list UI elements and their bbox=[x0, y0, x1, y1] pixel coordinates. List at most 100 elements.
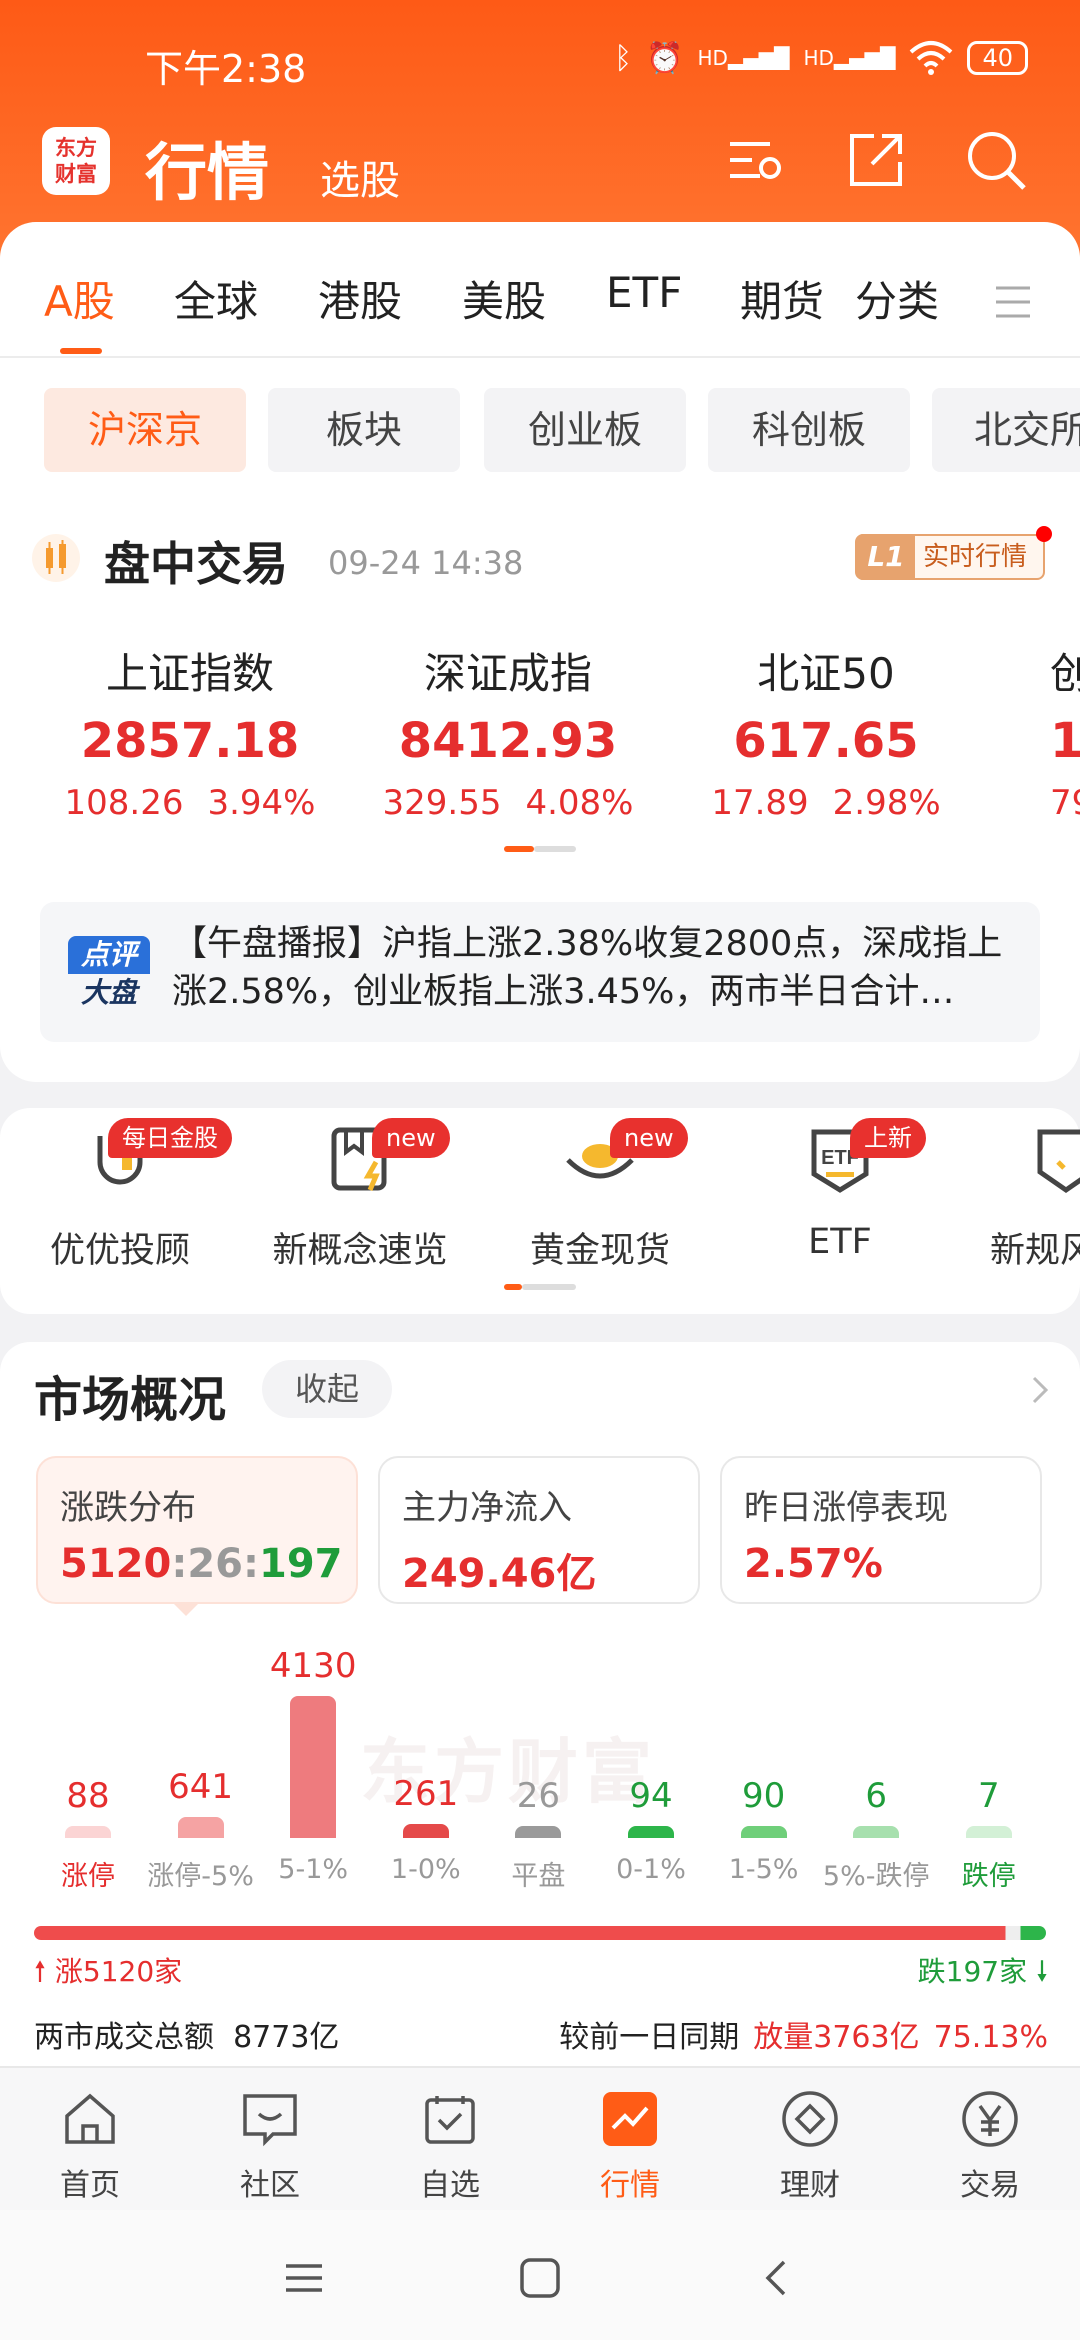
tab-us[interactable]: 美股 bbox=[462, 268, 546, 329]
session-title: 盘中交易 bbox=[104, 537, 288, 591]
card-pointer bbox=[172, 1602, 200, 1616]
index-card[interactable]: 创 1 79 bbox=[1050, 640, 1080, 823]
stock-picker-link[interactable]: 选股 bbox=[320, 148, 400, 206]
tab-etf[interactable]: ETF bbox=[606, 268, 682, 317]
tab-trade[interactable]: 交易 bbox=[920, 2088, 1060, 2204]
back-icon[interactable] bbox=[756, 2256, 800, 2300]
tab-global[interactable]: 全球 bbox=[174, 268, 258, 329]
chart-category-label: 涨停 bbox=[61, 1861, 115, 1892]
chart-category-label: 平盘 bbox=[511, 1861, 566, 1892]
bottom-tab-bar: 首页 社区 自选 行情 理财 交易 bbox=[0, 2066, 1080, 2210]
tab-home[interactable]: 首页 bbox=[20, 2088, 160, 2204]
session-time: 09-24 14:38 bbox=[328, 544, 524, 582]
yuan-icon bbox=[962, 2091, 1018, 2147]
chart-category-label: 0-1% bbox=[616, 1854, 686, 1885]
news-banner[interactable]: 点评 大盘 【午盘播报】沪指上涨2.38%收复2800点，深成指上涨2.58%，创… bbox=[40, 902, 1040, 1042]
entries-pager-track bbox=[522, 1284, 576, 1290]
tag-new: new bbox=[610, 1118, 688, 1158]
tag-new-listing: 上新 bbox=[850, 1118, 926, 1158]
index-card[interactable]: 深证成指 8412.93 329.55 4.08% bbox=[358, 640, 658, 823]
tab-category[interactable]: 分类 bbox=[855, 268, 939, 329]
rise-count-label: 🠕 涨5120家 bbox=[34, 1955, 183, 1988]
settings-list-icon[interactable] bbox=[724, 128, 788, 192]
tab-a-shares[interactable]: A股 bbox=[44, 268, 115, 329]
chart-bar bbox=[965, 1826, 1012, 1838]
bluetooth-icon: ᛒ bbox=[614, 40, 633, 76]
chart-bar bbox=[740, 1826, 787, 1838]
status-time: 下午2:38 bbox=[145, 47, 307, 91]
chart-category-label: 1-0% bbox=[390, 1854, 461, 1885]
chevron-right-icon[interactable] bbox=[1022, 1372, 1058, 1408]
chart-value-label: 90 bbox=[741, 1776, 786, 1816]
search-icon[interactable] bbox=[964, 128, 1028, 192]
share-icon[interactable] bbox=[844, 128, 908, 192]
chip-sector[interactable]: 板块 bbox=[268, 388, 460, 472]
chip-chinext[interactable]: 创业板 bbox=[484, 388, 686, 472]
chart-category-label: 跌停 bbox=[961, 1861, 1016, 1892]
yesterday-limit-up-card[interactable]: 昨日涨停表现 2.57% bbox=[720, 1456, 1042, 1604]
system-nav-bar bbox=[0, 2210, 1080, 2340]
menu-icon[interactable] bbox=[996, 284, 1030, 320]
chart-bar bbox=[853, 1826, 900, 1838]
tab-community[interactable]: 社区 bbox=[200, 2088, 340, 2204]
chip-bse[interactable]: 北交所 bbox=[932, 388, 1080, 472]
tab-futures[interactable]: 期货 bbox=[740, 268, 824, 329]
chart-value-label: 261 bbox=[393, 1774, 459, 1814]
collapse-button[interactable]: 收起 bbox=[262, 1360, 392, 1418]
tab-wealth[interactable]: 理财 bbox=[740, 2088, 880, 2204]
rise-fall-distribution-card[interactable]: 涨跌分布 5120:26:197 bbox=[36, 1456, 358, 1604]
chart-category-label: 1-5% bbox=[728, 1854, 799, 1885]
chart-bar bbox=[290, 1696, 337, 1838]
watchlist-icon bbox=[425, 2096, 475, 2144]
chart-value-label: 641 bbox=[168, 1767, 234, 1807]
index-card[interactable]: 北证50 617.65 17.89 2.98% bbox=[676, 640, 976, 823]
app-header: 下午2:38 ᛒ ⏰ HD▂▄▆█ HD▂▄▆█ 40 东方 财富 行情 选股 bbox=[0, 0, 1080, 260]
home-icon bbox=[65, 2093, 115, 2144]
wifi-icon bbox=[910, 41, 953, 75]
chat-icon bbox=[243, 2094, 297, 2147]
market-chart-icon bbox=[603, 2092, 657, 2146]
market-overview-title: 市场概况 bbox=[34, 1372, 227, 1428]
chart-bar bbox=[65, 1826, 111, 1838]
tab-indicator bbox=[60, 348, 102, 354]
turnover-compare: 较前一日同期 放量3763亿 75.13% bbox=[559, 2020, 1048, 2055]
app-screen: { "status_bar": {"time": "下午2:38", "blue… bbox=[0, 0, 1080, 2340]
battery-icon: 40 bbox=[967, 41, 1028, 75]
chart-bar bbox=[402, 1824, 449, 1838]
main-net-inflow-card[interactable]: 主力净流入 249.46亿 bbox=[378, 1456, 700, 1604]
chart-bar bbox=[628, 1826, 674, 1838]
chip-star-market[interactable]: 科创板 bbox=[708, 388, 910, 472]
tab-watchlist[interactable]: 自选 bbox=[380, 2088, 520, 2204]
rise-fall-counts: 5120:26:197 bbox=[60, 1541, 343, 1587]
realtime-quote-badge[interactable]: L1 实时行情 bbox=[855, 534, 1045, 580]
fall-count-label: 跌197家 🠗 bbox=[917, 1955, 1048, 1988]
recent-apps-icon[interactable] bbox=[282, 2256, 326, 2300]
chart-category-label: 涨停-5% bbox=[147, 1861, 254, 1892]
tab-hk[interactable]: 港股 bbox=[318, 268, 402, 329]
home-button-icon[interactable] bbox=[518, 2256, 562, 2300]
page-title: 行情 bbox=[145, 136, 270, 209]
app-logo: 东方 财富 bbox=[42, 127, 110, 195]
market-tabs: A股 全球 港股 美股 ETF 期货 分类 bbox=[0, 268, 1080, 352]
tag-daily-gold-stock: 每日金股 bbox=[108, 1118, 232, 1158]
chip-shanghai-shenzhen-beijing[interactable]: 沪深京 bbox=[44, 388, 246, 472]
candlestick-icon bbox=[32, 534, 80, 582]
turnover-total: 两市成交总额 8773亿 bbox=[34, 2020, 340, 2055]
tag-new: new bbox=[372, 1118, 450, 1158]
signal-icon: HD▂▄▆█ bbox=[697, 46, 790, 70]
status-icons: ᛒ ⏰ HD▂▄▆█ HD▂▄▆█ 40 bbox=[614, 40, 1028, 76]
index-card[interactable]: 上证指数 2857.18 108.26 3.94% bbox=[40, 640, 340, 823]
chart-category-label: 5-1% bbox=[278, 1854, 349, 1885]
chart-bar bbox=[515, 1826, 562, 1838]
chart-value-label: 7 bbox=[977, 1776, 1000, 1816]
chart-bar bbox=[177, 1817, 224, 1838]
pager-track bbox=[534, 846, 576, 852]
pager-active bbox=[504, 846, 534, 852]
news-text: 【午盘播报】沪指上涨2.38%收复2800点，深成指上涨2.58%，创业板指上涨… bbox=[172, 924, 1003, 1012]
signal-icon-2: HD▂▄▆█ bbox=[803, 46, 896, 70]
chart-value-label: 4130 bbox=[269, 1646, 357, 1686]
entry-new-rules[interactable]: 新规风 bbox=[980, 1122, 1080, 1273]
chart-value-label: 26 bbox=[516, 1776, 561, 1816]
alarm-icon: ⏰ bbox=[646, 40, 684, 76]
tab-market[interactable]: 行情 bbox=[560, 2088, 700, 2204]
